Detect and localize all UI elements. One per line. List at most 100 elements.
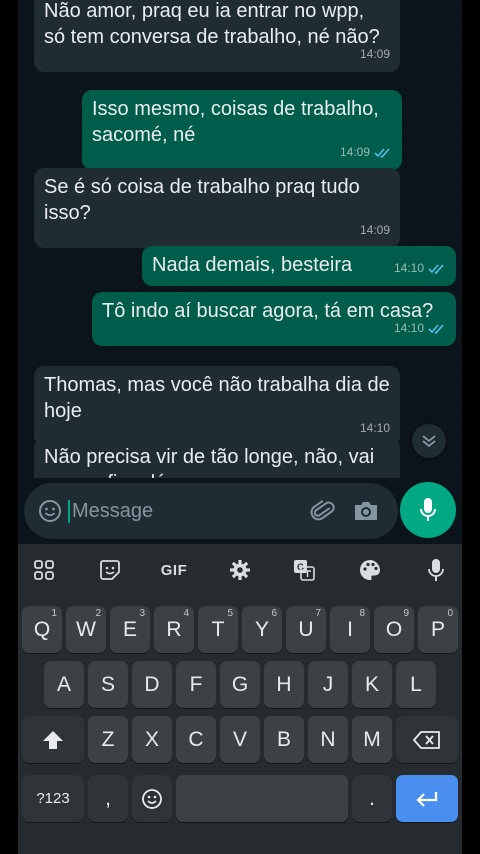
emoji-icon[interactable] [38,499,62,523]
translate-button[interactable]: G [290,556,318,584]
key-f[interactable]: F [176,661,216,708]
message-incoming[interactable]: Thomas, mas você não trabalha dia de hoj… [34,366,400,446]
key-w[interactable]: W2 [66,606,106,653]
key-p[interactable]: P0 [418,606,458,653]
key-n[interactable]: N [308,716,348,763]
apps-button[interactable] [30,556,58,584]
key-t[interactable]: T5 [198,606,238,653]
key-b[interactable]: B [264,716,304,763]
keyboard: GIF G Q 1 W 2 E 3 R 4 T 5 Y 6 U 7 I 8 O … [18,544,462,854]
shift-key[interactable] [22,716,84,763]
enter-key[interactable] [396,775,458,822]
comma-key[interactable]: , [88,775,128,822]
sticker-icon [100,560,120,580]
key-l[interactable]: L [396,661,436,708]
symbols-key[interactable]: ?123 [22,775,84,822]
key-hint: 6 [271,608,277,619]
key-s[interactable]: S [88,661,128,708]
message-outgoing[interactable]: Tô indo aí buscar agora, tá em casa? 14:… [92,292,456,346]
key-u[interactable]: U7 [286,606,326,653]
sticker-button[interactable] [96,556,124,584]
key-hint: 7 [315,608,321,619]
key-hint: 5 [227,608,233,619]
key-v[interactable]: V [220,716,260,763]
paperclip-icon[interactable] [310,498,336,524]
message-time: 14:10 [393,321,424,335]
key-label: Y [254,617,269,641]
key-e[interactable]: E3 [110,606,150,653]
translate-icon: G [294,560,315,581]
key-label: V [232,727,247,751]
text-caret [68,500,70,523]
chat-area[interactable]: Não amor, praq eu ia entrar no wpp, só t… [18,0,462,478]
key-label: P [430,617,445,641]
key-c[interactable]: C [176,716,216,763]
gif-button[interactable]: GIF [156,556,192,584]
mic-icon [428,559,444,581]
screen: Não amor, praq eu ia entrar no wpp, só t… [18,0,462,854]
message-incoming[interactable]: Não amor, praq eu ia entrar no wpp, só t… [34,0,400,72]
gif-label: GIF [160,561,188,579]
palette-icon [360,560,380,580]
message-time: 14:09 [359,47,390,61]
theme-button[interactable] [356,556,384,584]
key-label: . [369,786,375,810]
scroll-down-button[interactable] [412,424,446,458]
key-i[interactable]: I8 [330,606,370,653]
key-r[interactable]: R4 [154,606,194,653]
key-hint: 4 [183,608,189,619]
key-m[interactable]: M [352,716,392,763]
camera-icon[interactable] [352,498,380,524]
system-nav-bar [18,842,462,854]
key-k[interactable]: K [352,661,392,708]
key-label: F [189,672,203,696]
message-meta: 14:10 [394,315,446,341]
key-label: O [385,617,403,641]
key-j[interactable]: J [308,661,348,708]
mic-button[interactable] [400,482,456,538]
key-g[interactable]: G [220,661,260,708]
message-input-container[interactable] [24,483,398,539]
key-z[interactable]: Z [88,716,128,763]
backspace-key[interactable] [396,716,458,763]
message-outgoing[interactable]: Nada demais, besteira 14:10 [142,246,456,286]
key-hint: 8 [359,608,365,619]
key-label: Q [33,617,51,641]
message-text: Thomas, mas você não trabalha dia de hoj… [44,374,390,422]
read-ticks-icon [428,323,444,334]
key-label: Z [101,727,115,751]
grid-icon [34,560,54,580]
key-hint: 9 [403,608,409,619]
key-d[interactable]: D [132,661,172,708]
backspace-icon [413,730,440,749]
key-o[interactable]: O9 [374,606,414,653]
voice-input-button[interactable] [422,556,450,584]
key-x[interactable]: X [132,716,172,763]
message-outgoing[interactable]: Isso mesmo, coisas de trabalho, sacomé, … [82,90,402,170]
message-incoming[interactable]: Se é só coisa de trabalho praq tudo isso… [34,168,400,248]
key-y[interactable]: Y6 [242,606,282,653]
key-label: U [298,617,314,641]
message-meta: 14:09 [360,41,390,67]
key-q[interactable]: Q1 [22,606,62,653]
keyboard-toolbar: GIF G [18,544,462,596]
key-hint: 0 [447,608,453,619]
key-label: J [322,672,334,696]
settings-button[interactable] [226,556,254,584]
key-label: C [188,727,204,751]
key-label: G [231,672,249,696]
key-label: L [410,672,422,696]
shift-icon [43,730,63,749]
message-input[interactable] [72,495,292,527]
key-a[interactable]: A [44,661,84,708]
key-label: I [347,617,353,641]
key-hint: 2 [95,608,101,619]
period-key[interactable]: . [352,775,392,822]
key-label: A [56,672,71,696]
gear-icon [230,560,250,580]
emoji-key[interactable] [132,775,172,822]
key-hint: 3 [139,608,145,619]
space-key[interactable] [176,775,348,822]
key-h[interactable]: H [264,661,304,708]
message-incoming[interactable]: Não precisa vir de tão longe, não, vai q… [34,438,400,478]
